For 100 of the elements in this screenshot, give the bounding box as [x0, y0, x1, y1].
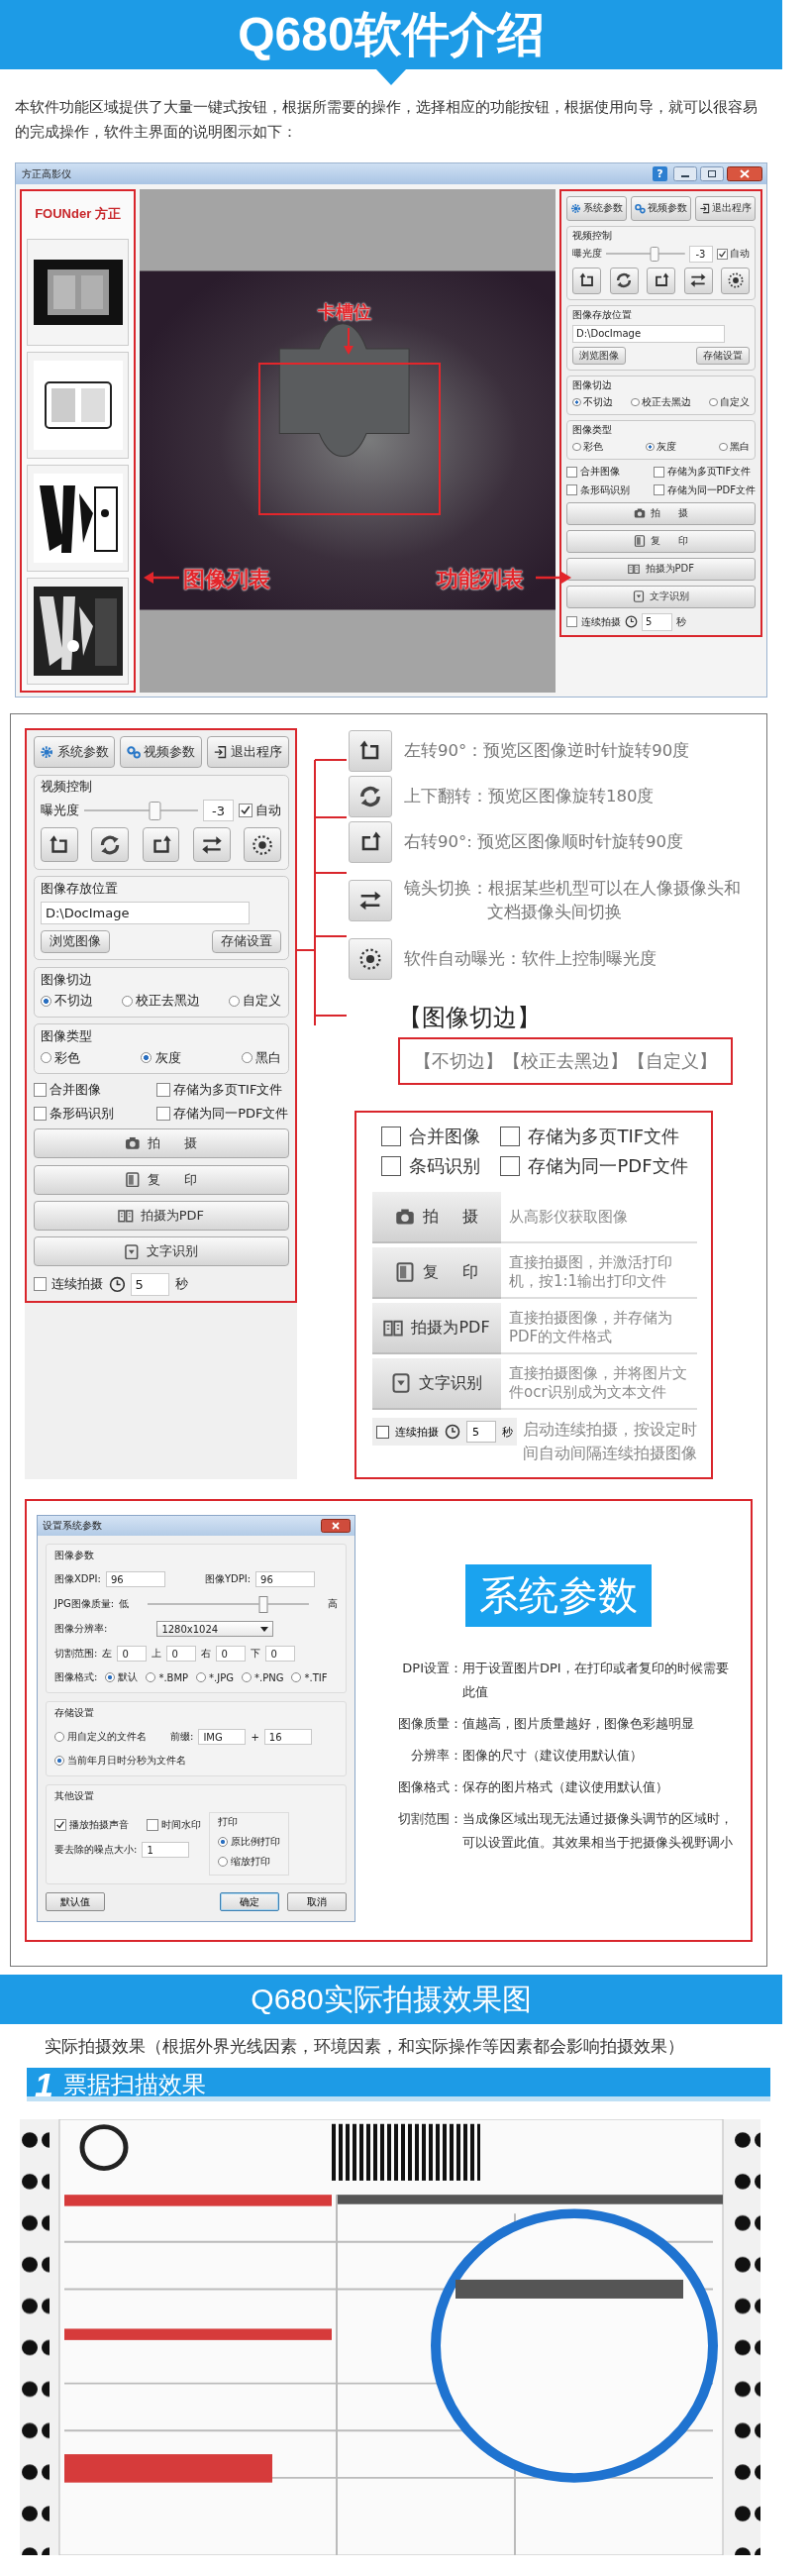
tool-button[interactable] — [349, 776, 392, 817]
input-field[interactable]: 16 — [263, 1729, 312, 1745]
dropdown[interactable]: 1280x1024 — [156, 1621, 274, 1637]
tool-button[interactable] — [41, 827, 78, 863]
radio-button[interactable] — [218, 1837, 228, 1847]
checkbox[interactable] — [381, 1156, 402, 1176]
slider-thumb[interactable] — [650, 247, 659, 262]
radio-button[interactable] — [719, 442, 728, 452]
toolbar-button[interactable]: 视频参数 — [631, 195, 691, 221]
toolbar-button[interactable]: 系统参数 — [566, 195, 627, 221]
checkbox[interactable] — [147, 1819, 158, 1831]
thumbnail[interactable] — [27, 239, 129, 346]
radio-button[interactable] — [218, 1857, 228, 1867]
radio-button[interactable] — [54, 1732, 64, 1742]
close-icon[interactable] — [321, 1519, 351, 1533]
checkbox[interactable] — [156, 1106, 170, 1121]
thumbnail[interactable] — [27, 465, 129, 572]
value-field[interactable]: -3 — [688, 245, 713, 263]
checkbox[interactable] — [381, 1127, 402, 1146]
toolbar-button[interactable]: 视频参数 — [120, 735, 202, 769]
action-button[interactable]: 文字识别 — [372, 1358, 501, 1410]
radio-button[interactable] — [709, 397, 718, 407]
dialog-button[interactable]: 取消 — [287, 1892, 347, 1911]
close-icon[interactable] — [727, 166, 762, 181]
slider-thumb[interactable] — [149, 802, 160, 820]
radio-button[interactable] — [41, 1052, 52, 1064]
tool-button[interactable] — [683, 267, 713, 294]
toolbar-button[interactable]: 系统参数 — [33, 735, 116, 769]
checkbox[interactable] — [566, 616, 577, 627]
action-button[interactable]: 拍 摄 — [33, 1128, 289, 1159]
input-field[interactable]: 0 — [117, 1646, 148, 1662]
input-field[interactable]: 0 — [166, 1646, 197, 1662]
radio-button[interactable] — [141, 1052, 152, 1064]
tool-button[interactable] — [609, 267, 639, 294]
small-button[interactable]: 存储设置 — [696, 347, 750, 365]
action-button[interactable]: 拍 摄 — [372, 1192, 501, 1243]
checkbox[interactable] — [33, 1083, 48, 1097]
action-button[interactable]: 拍 摄 — [566, 501, 756, 525]
radio-button[interactable] — [196, 1672, 207, 1682]
path-field[interactable]: D:\DocImage — [41, 901, 250, 924]
minimize-icon[interactable] — [673, 166, 697, 181]
checkbox[interactable] — [654, 466, 664, 478]
small-button[interactable]: 存储设置 — [212, 929, 281, 953]
toolbar-button[interactable]: 退出程序 — [206, 735, 289, 769]
input-field[interactable]: 96 — [255, 1571, 316, 1587]
radio-button[interactable] — [242, 1672, 252, 1682]
thumbnail[interactable] — [27, 352, 129, 459]
checkbox[interactable] — [239, 804, 253, 817]
radio-button[interactable] — [105, 1672, 116, 1682]
toolbar-button[interactable]: 退出程序 — [695, 195, 756, 221]
tool-button[interactable] — [349, 730, 392, 772]
tool-button[interactable] — [91, 827, 129, 863]
help-button[interactable]: ? — [653, 166, 667, 181]
tool-button[interactable] — [244, 827, 281, 863]
radio-button[interactable] — [572, 397, 581, 407]
radio-button[interactable] — [41, 995, 52, 1007]
input-field[interactable]: 0 — [216, 1646, 247, 1662]
action-button[interactable]: 文字识别 — [33, 1236, 289, 1267]
checkbox[interactable] — [500, 1156, 521, 1176]
tool-button[interactable] — [193, 827, 231, 863]
radio-button[interactable] — [631, 397, 640, 407]
dialog-button[interactable]: 默认值 — [46, 1892, 105, 1911]
maximize-icon[interactable] — [700, 166, 724, 181]
action-button[interactable]: 拍摄为PDF — [372, 1303, 501, 1354]
action-button[interactable]: 复 印 — [566, 529, 756, 553]
input-field[interactable]: 96 — [105, 1571, 165, 1587]
action-button[interactable]: 复 印 — [372, 1247, 501, 1299]
tool-button[interactable] — [572, 267, 601, 294]
action-button[interactable]: 复 印 — [33, 1164, 289, 1195]
checkbox[interactable] — [500, 1127, 521, 1146]
path-field[interactable]: D:\DocImage — [572, 324, 725, 343]
value-field[interactable]: -3 — [203, 800, 234, 821]
checkbox[interactable] — [566, 484, 577, 495]
input-field[interactable]: 1 — [142, 1842, 190, 1858]
radio-button[interactable] — [121, 995, 133, 1007]
tool-button[interactable] — [349, 938, 392, 980]
radio-button[interactable] — [241, 1052, 253, 1064]
action-button[interactable]: 拍摄为PDF — [33, 1201, 289, 1231]
seconds-field[interactable]: 5 — [130, 1272, 170, 1296]
radio-button[interactable] — [646, 442, 655, 452]
radio-button[interactable] — [572, 442, 581, 452]
radio-button[interactable] — [54, 1756, 64, 1766]
checkbox[interactable] — [376, 1425, 389, 1439]
radio-button[interactable] — [228, 995, 240, 1007]
seconds-field[interactable]: 5 — [466, 1421, 496, 1443]
tool-button[interactable] — [349, 880, 392, 921]
checkbox[interactable] — [54, 1819, 66, 1831]
input-field[interactable]: 0 — [265, 1646, 296, 1662]
action-button[interactable]: 文字识别 — [566, 585, 756, 608]
thumbnail[interactable] — [27, 578, 129, 685]
checkbox[interactable] — [156, 1083, 170, 1097]
small-button[interactable]: 浏览图像 — [572, 347, 626, 365]
checkbox[interactable] — [716, 248, 728, 260]
checkbox[interactable] — [654, 484, 664, 495]
dialog-button[interactable]: 确定 — [220, 1892, 279, 1911]
slider-thumb[interactable] — [258, 1596, 268, 1613]
checkbox[interactable] — [566, 466, 577, 478]
checkbox[interactable] — [33, 1277, 48, 1292]
tool-button[interactable] — [647, 267, 675, 294]
tool-button[interactable] — [349, 821, 392, 863]
